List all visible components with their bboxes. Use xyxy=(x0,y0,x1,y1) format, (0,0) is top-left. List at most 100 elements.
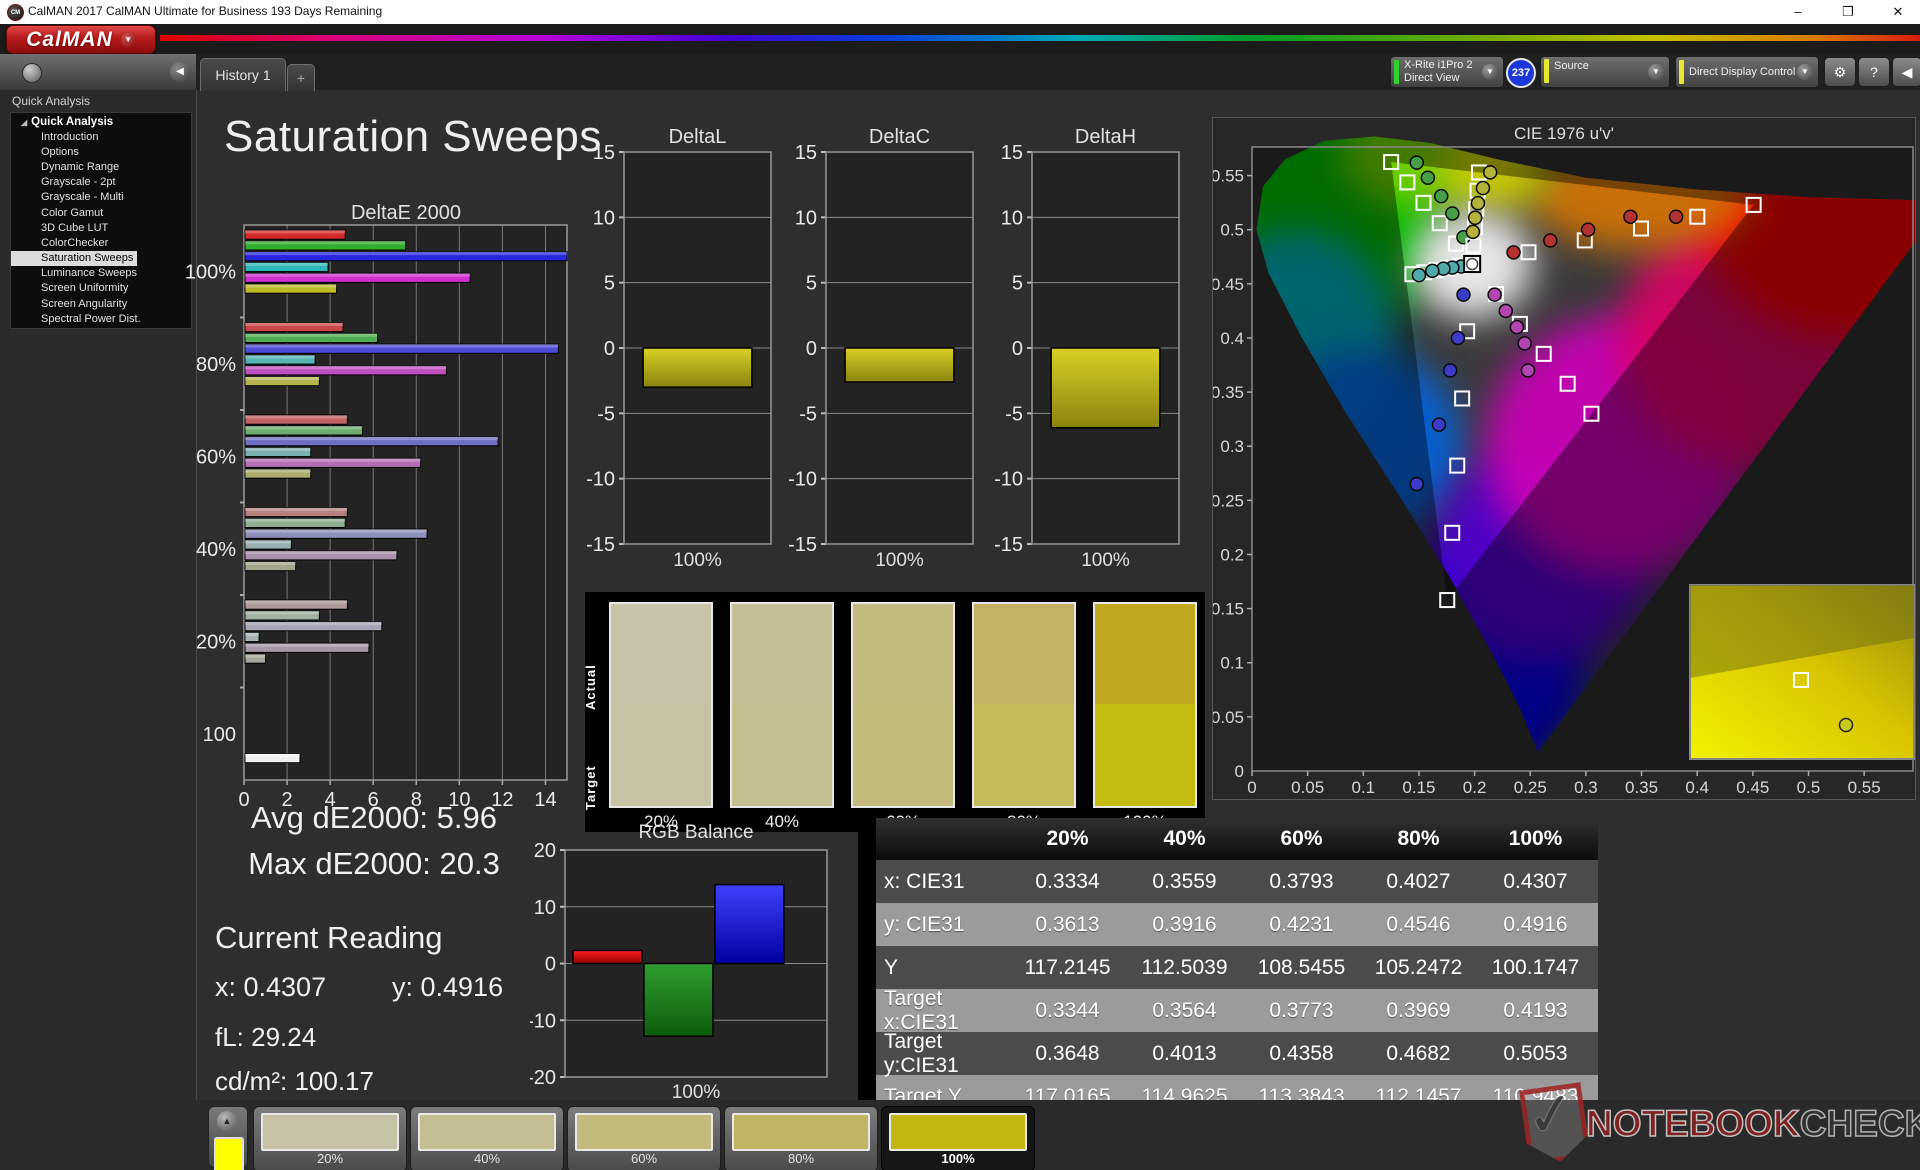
svg-text:14: 14 xyxy=(534,789,556,811)
calman-logo: CalMAN xyxy=(26,27,113,51)
measured-marker-yellow xyxy=(1467,210,1483,226)
patch-button-60%[interactable]: 60% xyxy=(567,1106,721,1170)
svg-text:-15: -15 xyxy=(788,534,817,556)
row-label: x: CIE31 xyxy=(884,869,965,893)
source-dropdown[interactable]: Source ▼ xyxy=(1540,56,1670,88)
minimize-button[interactable]: – xyxy=(1781,0,1815,24)
sidebar-item-screen-angularity[interactable]: Screen Angularity xyxy=(11,296,191,311)
patch-button-label: 80% xyxy=(787,1151,815,1166)
measured-marker-magenta xyxy=(1509,319,1525,335)
measured-marker-magenta xyxy=(1517,336,1532,351)
sidebar-item-options[interactable]: Options xyxy=(11,144,191,159)
tab-history-1[interactable]: History 1 xyxy=(200,58,286,91)
actual-swatch-80% xyxy=(972,602,1076,706)
window-titlebar: CM CalMAN 2017 CalMAN Ultimate for Busin… xyxy=(0,0,1920,24)
table-cell: 0.3344 xyxy=(1035,998,1100,1022)
table-row: Y 117.2145 112.5039 108.5455 105.2472 100.174… xyxy=(858,946,1598,989)
svg-text:-5: -5 xyxy=(597,403,615,425)
patch-button-label: 20% xyxy=(316,1151,344,1166)
patch-button-100%[interactable]: 100% xyxy=(881,1106,1035,1170)
measured-marker-red xyxy=(1543,233,1558,248)
svg-text:20: 20 xyxy=(534,840,556,862)
patch-color xyxy=(261,1113,399,1151)
chevron-down-icon: ▼ xyxy=(1797,64,1813,80)
svg-text:0.1: 0.1 xyxy=(1351,778,1375,797)
row-label: Target y:CIE31 xyxy=(884,1029,959,1077)
target-swatch-100% xyxy=(1093,704,1197,808)
meter-count-badge[interactable]: 237 xyxy=(1506,58,1536,88)
table-row: y: CIE31 0.3613 0.3916 0.4231 0.4546 0.4916 xyxy=(858,903,1598,946)
svg-text:0: 0 xyxy=(604,338,615,360)
sidebar-item-introduction[interactable]: Introduction xyxy=(11,129,191,144)
restore-button[interactable]: ❐ xyxy=(1831,0,1865,24)
svg-text:100%: 100% xyxy=(875,550,924,571)
actual-label: Actual xyxy=(583,664,598,710)
deltae2000-chart: 0 2 4 6 8 10 12 14100%80%60%40%20%100 xyxy=(185,224,568,811)
deltac-chart: 15 10 5 0 -5 -10 -15 100% xyxy=(788,142,974,571)
table-cell: 0.3334 xyxy=(1035,869,1100,893)
sidebar: Quick Analysis ◢ Quick Analysis Introducti… xyxy=(0,90,197,1105)
add-tab-button[interactable]: + xyxy=(287,64,315,91)
table-cell: 0.4546 xyxy=(1386,912,1451,936)
meter-dropdown[interactable]: X-Rite i1Pro 2 Direct View ▼ xyxy=(1390,56,1504,88)
table-row: Target x:CIE31 0.3344 0.3564 0.3773 0.3969 0.… xyxy=(858,986,1598,1034)
row-label: Target x:CIE31 xyxy=(884,986,959,1034)
svg-text:100%: 100% xyxy=(185,261,236,283)
table-cell: 0.3916 xyxy=(1152,912,1217,936)
measured-marker-green xyxy=(1409,155,1424,170)
sidebar-item-grayscale-2pt[interactable]: Grayscale - 2pt xyxy=(11,175,191,190)
patch-button-80%[interactable]: 80% xyxy=(724,1106,878,1170)
table-cell: 0.3613 xyxy=(1035,912,1100,936)
svg-text:10: 10 xyxy=(593,207,615,229)
cie1976-chart: 0 0.05 0.05 0.1 0.1 0.15 0.15 0.2 0.2 0.25 0.25 0.3… xyxy=(1213,136,1915,797)
calman-menu-button[interactable]: CalMAN ▼ xyxy=(6,25,156,54)
table-cell: 0.4682 xyxy=(1386,1041,1451,1065)
sidebar-item-dynamic-range[interactable]: Dynamic Range xyxy=(11,159,191,174)
measured-marker-cyan xyxy=(1425,263,1440,279)
sidebar-item-spectral-power-dist-[interactable]: Spectral Power Dist. xyxy=(11,311,191,326)
row-label: Y xyxy=(884,955,899,979)
patch-expander-button[interactable]: ▲ xyxy=(208,1106,248,1170)
gear-icon[interactable]: ⚙ xyxy=(1824,57,1856,87)
workflow-tree: ◢ Quick Analysis Introduction Options Dynami… xyxy=(10,112,192,329)
measured-marker-blue xyxy=(1431,417,1447,432)
patch-button-label: 100% xyxy=(941,1151,975,1166)
table-header-40%: 40% xyxy=(1163,827,1206,850)
table-cell: 108.5455 xyxy=(1257,955,1346,979)
sidebar-item-colorchecker[interactable]: ColorChecker xyxy=(11,235,191,250)
target-label: Target xyxy=(583,765,598,810)
table-cell: 0.4307 xyxy=(1503,869,1568,893)
measured-marker-magenta xyxy=(1498,303,1514,319)
help-icon[interactable]: ? xyxy=(1858,57,1890,87)
patch-button-20%[interactable]: 20% xyxy=(253,1106,407,1170)
close-button[interactable]: ✕ xyxy=(1881,0,1915,24)
patch-button-40%[interactable]: 40% xyxy=(410,1106,564,1170)
sidebar-collapse-icon[interactable]: ◀ xyxy=(170,62,190,82)
collapse-panel-icon[interactable]: ◀ xyxy=(1892,57,1920,87)
sidebar-item-luminance-sweeps[interactable]: Luminance Sweeps xyxy=(11,266,191,281)
sidebar-item-color-gamut[interactable]: Color Gamut xyxy=(11,205,191,220)
deltah-chart: 15 10 5 0 -5 -10 -15 100% xyxy=(994,142,1180,571)
svg-text:20%: 20% xyxy=(196,631,236,653)
table-cell: 0.4358 xyxy=(1269,1041,1334,1065)
display-control-dropdown[interactable]: Direct Display Control ▼ xyxy=(1675,56,1819,88)
sidebar-item-grayscale-multi[interactable]: Grayscale - Multi xyxy=(11,190,191,205)
measured-marker-red xyxy=(1580,222,1596,237)
svg-text:0.45: 0.45 xyxy=(1213,275,1244,294)
sidebar-item-saturation-sweeps[interactable]: Saturation Sweeps xyxy=(11,250,138,266)
tree-root-quick-analysis[interactable]: ◢ Quick Analysis xyxy=(11,113,191,129)
svg-text:60%: 60% xyxy=(196,446,236,468)
measured-marker-blue xyxy=(1442,363,1458,378)
sidebar-item-screen-uniformity[interactable]: Screen Uniformity xyxy=(11,281,191,296)
table-cell: 0.5053 xyxy=(1503,1041,1568,1065)
table-cell: 105.2472 xyxy=(1374,955,1463,979)
svg-text:10: 10 xyxy=(795,207,817,229)
current-y: y: 0.4916 xyxy=(392,972,504,1002)
source-label: Source xyxy=(1554,60,1589,72)
current-patch-swatch xyxy=(214,1137,244,1170)
patch-color xyxy=(575,1113,713,1151)
sidebar-item-3d-cube-lut[interactable]: 3D Cube LUT xyxy=(11,220,191,235)
sidebar-pin-button[interactable] xyxy=(22,63,42,83)
measured-marker-yellow xyxy=(1470,195,1486,211)
measured-marker-yellow xyxy=(1475,180,1491,196)
